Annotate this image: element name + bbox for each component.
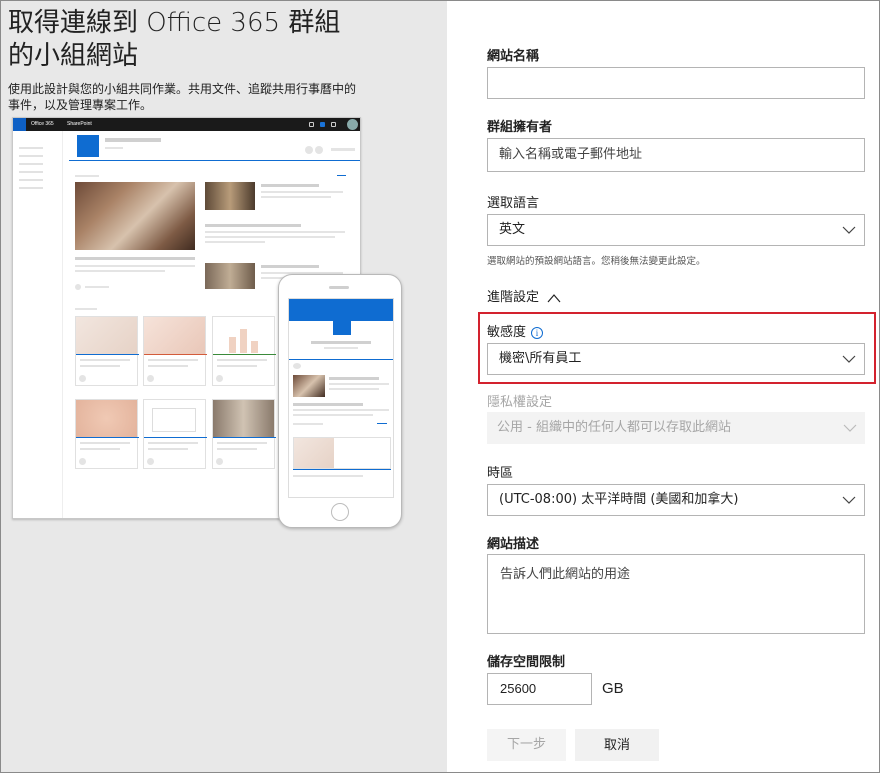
chevron-down-icon [843, 424, 857, 432]
language-label: 選取語言 [487, 196, 540, 211]
preview-site-logo [77, 135, 99, 157]
preview-card [75, 399, 139, 469]
preview-card [75, 316, 139, 386]
preview-product-name: SharePoint [67, 121, 92, 127]
storage-unit: GB [602, 680, 624, 697]
design-title: 取得連線到 Office 365 群組 的小組網站 [8, 7, 428, 73]
advanced-settings-toggle[interactable]: 進階設定 [487, 286, 561, 305]
phone-home-button [331, 503, 349, 521]
time-zone-label: 時區 [487, 466, 514, 481]
sensitivity-value: 機密\所有員工 [499, 351, 582, 366]
site-description-label: 網站描述 [487, 537, 540, 552]
site-name-label: 網站名稱 [487, 49, 540, 64]
time-zone-value: (UTC-08:00) 太平洋時間 (美國和加拿大) [499, 492, 739, 507]
cancel-button[interactable]: 取消 [575, 729, 659, 761]
preview-card [143, 316, 207, 386]
design-description: 使用此設計與您的小組共同作業。共用文件、追蹤共用行事曆中的 事件，以及管理專案工… [8, 81, 433, 113]
time-zone-select[interactable]: (UTC-08:00) 太平洋時間 (美國和加拿大) [487, 484, 865, 516]
preview-news-image [205, 182, 255, 210]
storage-limit-input[interactable]: 25600 [487, 673, 592, 705]
info-icon[interactable]: i [531, 326, 544, 339]
preview-icon [309, 122, 314, 127]
storage-limit-label: 儲存空間限制 [487, 655, 566, 670]
preview-app-name: Office 365 [31, 121, 54, 127]
language-value: 英文 [499, 222, 526, 237]
group-owner-label: 群組擁有者 [487, 120, 553, 135]
privacy-label: 隱私權設定 [487, 395, 553, 410]
language-hint: 選取網站的預設網站語言。您稍後無法變更此設定。 [487, 256, 706, 267]
chevron-up-icon [547, 293, 561, 302]
preview-left-nav [13, 131, 63, 518]
preview-suite-bar: Office 365 SharePoint [13, 118, 360, 131]
advanced-settings-label: 進階設定 [487, 290, 540, 305]
waffle-icon [13, 118, 26, 131]
privacy-value: 公用 - 組織中的任何人都可以存取此網站 [497, 420, 731, 435]
design-title-line1: 取得連線到 Office 365 群組 [8, 8, 341, 38]
mobile-preview-image [278, 274, 402, 528]
design-description-line2: 事件，以及管理專案工作。 [8, 98, 153, 112]
chevron-down-icon [842, 496, 856, 504]
preview-card [143, 399, 207, 469]
sensitivity-label: 敏感度 [487, 325, 527, 340]
sensitivity-label-row: 敏感度 i [487, 321, 544, 340]
preview-icon [320, 122, 325, 127]
preview-news-image-2 [205, 263, 255, 289]
preview-card [212, 316, 276, 386]
design-preview-panel: 取得連線到 Office 365 群組 的小組網站 使用此設計與您的小組共同作業… [1, 1, 447, 772]
site-description-textarea[interactable]: 告訴人們此網站的用途 [487, 554, 865, 634]
sensitivity-select[interactable]: 機密\所有員工 [487, 343, 865, 375]
language-select[interactable]: 英文 [487, 214, 865, 246]
next-button[interactable]: 下一步 [487, 729, 566, 761]
design-description-line1: 使用此設計與您的小組共同作業。共用文件、追蹤共用行事曆中的 [8, 82, 357, 96]
site-name-input[interactable] [487, 67, 865, 99]
preview-icon [331, 122, 336, 127]
design-title-line2: 的小組網站 [8, 41, 139, 71]
chevron-down-icon [842, 226, 856, 234]
preview-avatar [347, 119, 358, 130]
preview-card [212, 399, 276, 469]
group-owner-input[interactable]: 輸入名稱或電子郵件地址 [487, 138, 865, 172]
chevron-down-icon [842, 355, 856, 363]
preview-hero-image [75, 182, 195, 250]
privacy-select: 公用 - 組織中的任何人都可以存取此網站 [487, 412, 865, 444]
